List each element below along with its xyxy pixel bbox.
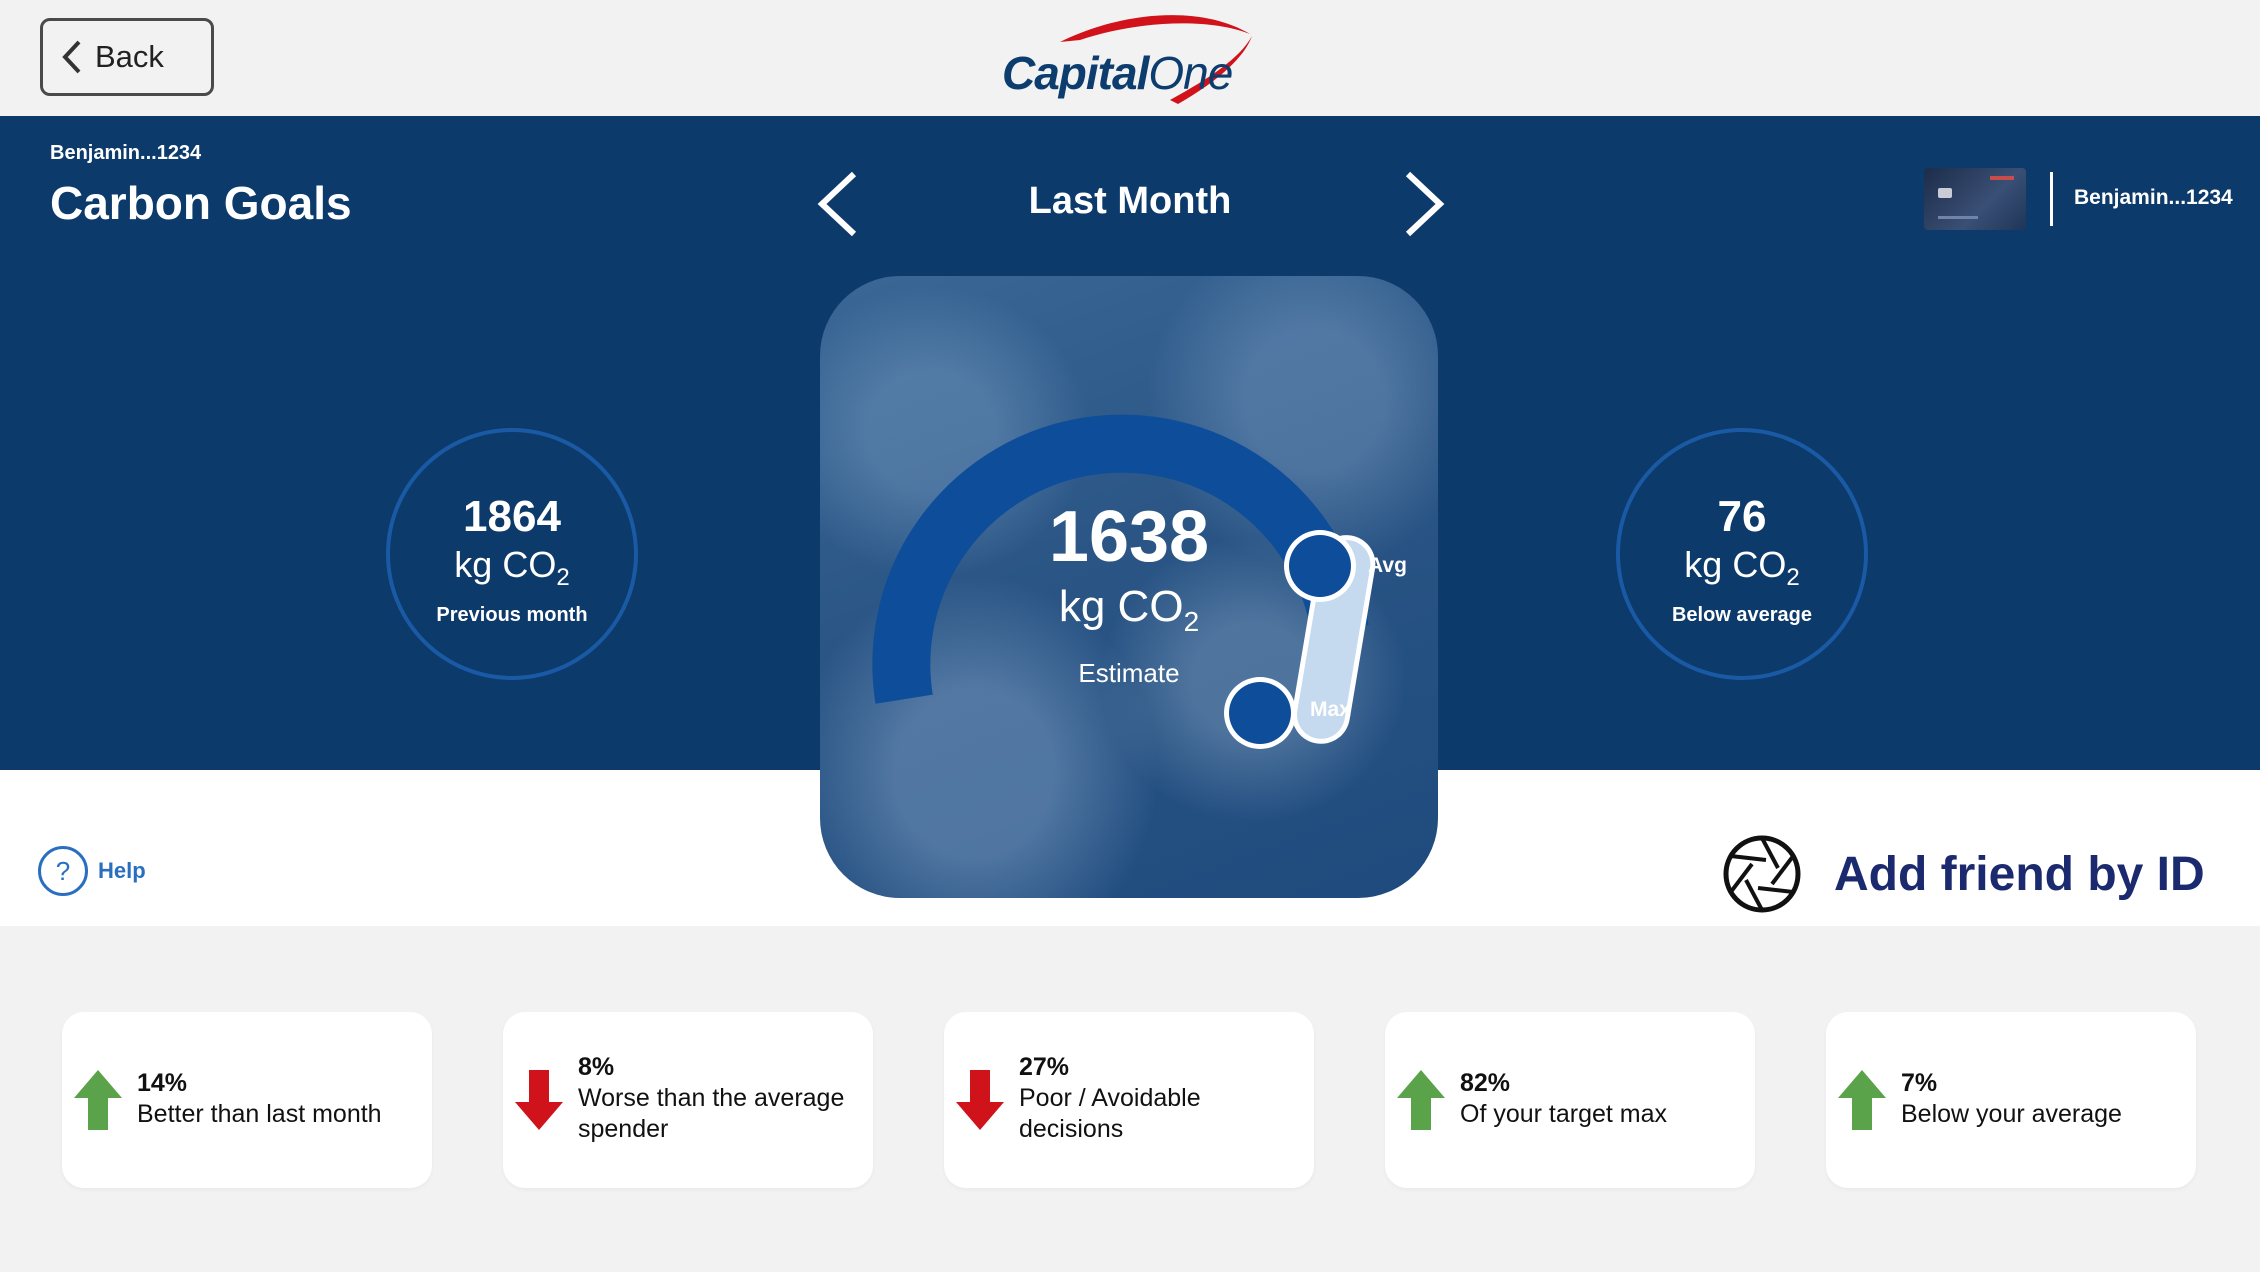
max-label: Max	[1310, 698, 1351, 721]
insight-card: 14% Better than last month	[62, 1012, 432, 1188]
question-mark-icon: ?	[38, 846, 88, 896]
previous-month-label: Previous month	[436, 604, 588, 626]
help-button[interactable]: ? Help	[38, 846, 146, 896]
add-friend-label: Add friend by ID	[1834, 847, 2205, 901]
chevron-right-icon	[1405, 171, 1445, 237]
max-marker	[1229, 682, 1291, 744]
insight-text: 82% Of your target max	[1460, 1069, 1668, 1128]
card-number-line	[1938, 216, 1978, 219]
next-period-button[interactable]	[1394, 168, 1454, 240]
insight-text: 14% Better than last month	[137, 1069, 382, 1128]
card-chip-icon	[1938, 188, 1952, 198]
insight-card: 27% Poor / Avoidable decisions	[944, 1012, 1314, 1188]
estimate-label: Estimate	[1078, 658, 1180, 688]
previous-month-unit: kg CO2	[454, 544, 570, 592]
back-button[interactable]: Back	[40, 18, 214, 96]
insights-row: 14% Better than last month 8% Worse than t…	[62, 1012, 2200, 1188]
insight-card: 8% Worse than the average spender	[503, 1012, 873, 1188]
below-average-stat: 76 kg CO2 Below average	[1616, 428, 1868, 680]
insight-card: 7% Below your average	[1826, 1012, 2196, 1188]
card-brand-icon	[1990, 176, 2014, 180]
previous-period-button[interactable]	[808, 168, 868, 240]
arrow-up-icon	[1838, 1070, 1886, 1130]
account-user: Benjamin...1234	[50, 142, 202, 164]
insight-text: 7% Below your average	[1901, 1069, 2122, 1128]
arrow-up-icon	[1397, 1070, 1445, 1130]
arrow-up-icon	[74, 1070, 122, 1130]
estimate-unit: kg CO2	[1058, 582, 1200, 637]
insight-card: 82% Of your target max	[1385, 1012, 1755, 1188]
below-average-value: 76	[1717, 492, 1767, 541]
help-label: Help	[98, 858, 146, 883]
estimate-gauge-card: 1638 kg CO2 Estimate Avg Max	[820, 276, 1438, 898]
chevron-left-icon	[817, 171, 857, 237]
add-friend-button[interactable]: Add friend by ID	[1720, 832, 2205, 916]
previous-month-stat: 1864 kg CO2 Previous month	[386, 428, 638, 680]
estimate-value: 1638	[1048, 497, 1210, 577]
camera-aperture-icon	[1723, 835, 1801, 913]
avg-label: Avg	[1368, 554, 1407, 577]
back-button-label: Back	[95, 39, 164, 74]
capital-one-logo: CapitalOne	[990, 8, 1270, 108]
below-average-label: Below average	[1671, 604, 1813, 626]
below-average-unit: kg CO2	[1684, 544, 1800, 592]
insight-text: 8% Worse than the average spender	[578, 1053, 845, 1143]
card-user-label: Benjamin...1234	[2074, 186, 2233, 209]
divider	[2050, 172, 2053, 226]
page-title: Carbon Goals	[50, 177, 352, 229]
top-bar: Back CapitalOne	[0, 0, 2260, 116]
insight-text: 27% Poor / Avoidable decisions	[1019, 1053, 1201, 1143]
chevron-left-icon	[62, 40, 81, 74]
previous-month-value: 1864	[463, 492, 561, 541]
period-label: Last Month	[1028, 180, 1232, 222]
logo-text: CapitalOne	[1002, 47, 1233, 99]
arrow-down-icon	[956, 1070, 1004, 1130]
credit-card-thumbnail[interactable]	[1924, 168, 2026, 230]
arrow-down-icon	[515, 1070, 563, 1130]
